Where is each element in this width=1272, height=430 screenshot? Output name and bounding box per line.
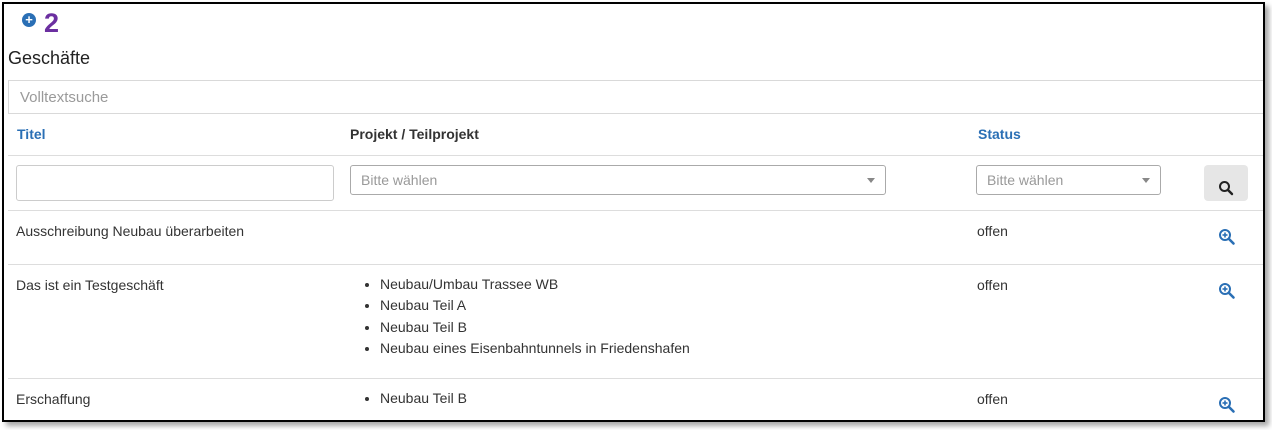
window-frame: + 2 Geschäfte Titel Projekt / Teilprojek…: [2, 2, 1265, 422]
status-filter-select[interactable]: Bitte wählen: [976, 165, 1161, 195]
divider: [8, 264, 1263, 265]
search-icon: [1219, 181, 1234, 196]
status-filter-placeholder: Bitte wählen: [987, 172, 1064, 188]
column-header-status[interactable]: Status: [978, 126, 1021, 142]
row-3-projekt-list: Neubau Teil B: [354, 388, 467, 409]
divider: [8, 155, 1263, 156]
projekt-filter-select[interactable]: Bitte wählen: [350, 165, 886, 195]
step-number: 2: [44, 8, 60, 38]
divider: [8, 378, 1263, 379]
row-3-status: offen: [977, 391, 1008, 407]
list-item: Neubau Teil B: [380, 317, 690, 338]
list-item: Neubau eines Eisenbahntunnels in Frieden…: [380, 338, 690, 359]
search-button[interactable]: [1204, 165, 1248, 201]
list-item: Neubau/Umbau Trassee WB: [380, 274, 690, 295]
chevron-down-icon: [1142, 178, 1150, 183]
plus-circle-icon[interactable]: +: [22, 13, 36, 27]
list-item: Neubau Teil A: [380, 295, 690, 316]
row-2-titel: Das ist ein Testgeschäft: [16, 277, 164, 293]
column-header-titel[interactable]: Titel: [17, 126, 46, 142]
chevron-down-icon: [867, 178, 875, 183]
projekt-filter-placeholder: Bitte wählen: [361, 172, 438, 188]
zoom-in-icon[interactable]: [1218, 228, 1236, 246]
row-3-titel: Erschaffung: [16, 391, 91, 407]
zoom-in-icon[interactable]: [1218, 282, 1236, 300]
row-1-titel: Ausschreibung Neubau überarbeiten: [16, 223, 245, 239]
fulltext-search-input[interactable]: [8, 80, 1263, 114]
page-title: Geschäfte: [8, 48, 91, 68]
column-header-projekt: Projekt / Teilprojekt: [350, 126, 479, 142]
row-2-status: offen: [977, 277, 1008, 293]
title-filter-input[interactable]: [16, 165, 334, 201]
zoom-in-icon[interactable]: [1218, 396, 1236, 414]
divider: [8, 210, 1263, 211]
row-2-projekt-list: Neubau/Umbau Trassee WB Neubau Teil A Ne…: [354, 274, 690, 359]
row-1-status: offen: [977, 223, 1008, 239]
list-item: Neubau Teil B: [380, 388, 467, 409]
